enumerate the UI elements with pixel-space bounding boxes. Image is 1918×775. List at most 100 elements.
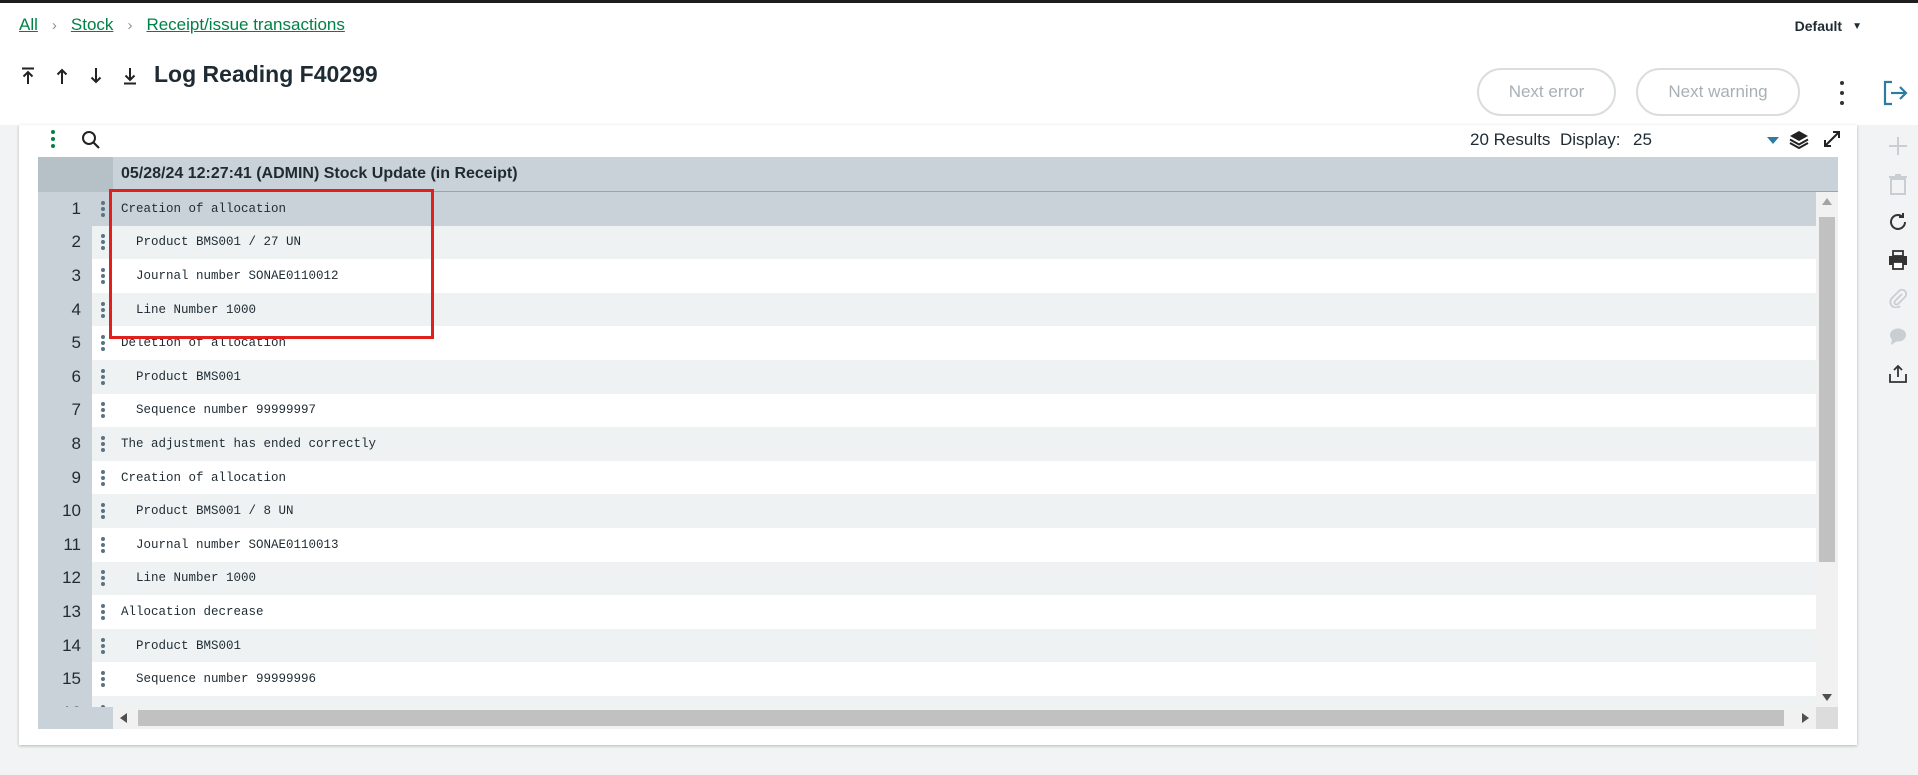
breadcrumb: All › Stock › Receipt/issue transactions	[19, 15, 345, 35]
table-row[interactable]: 6 Product BMS001	[38, 359, 1816, 394]
row-text: Product BMS001	[113, 628, 1816, 663]
scrollbar-corner	[1816, 707, 1838, 729]
last-record-icon[interactable]	[120, 65, 140, 87]
row-number: 15	[62, 669, 81, 689]
table-row[interactable]: 9 Creation of allocation	[38, 460, 1816, 495]
table-row[interactable]: 15 Sequence number 99999996	[38, 662, 1816, 696]
row-menu-icon[interactable]	[92, 494, 113, 528]
breadcrumb-receipt-issue[interactable]: Receipt/issue transactions	[146, 15, 344, 35]
row-text: Line Number 1000	[113, 292, 1816, 327]
search-icon[interactable]	[81, 130, 101, 155]
log-grid: 05/28/24 12:27:41 (ADMIN) Stock Update (…	[38, 157, 1838, 737]
row-menu-icon[interactable]	[92, 393, 113, 428]
table-row[interactable]: 5 Deletion of allocation	[38, 326, 1816, 360]
row-text: Allocation decrease	[113, 595, 1816, 629]
next-warning-button[interactable]: Next warning	[1636, 68, 1800, 116]
row-number: 4	[71, 299, 81, 319]
row-menu-icon[interactable]	[92, 326, 113, 360]
attachment-icon[interactable]	[1884, 284, 1912, 312]
row-number: 13	[62, 601, 81, 621]
log-panel: 20 Results Display: 25 05/28/24 12:27:41…	[19, 125, 1857, 745]
table-row[interactable]: 8 The adjustment has ended correctly	[38, 427, 1816, 461]
row-menu-icon[interactable]	[92, 460, 113, 495]
scroll-right-icon[interactable]	[1802, 713, 1809, 723]
table-row[interactable]: 12 Line Number 1000	[38, 561, 1816, 596]
display-count-select[interactable]: 25	[1631, 128, 1781, 152]
row-menu-icon[interactable]	[92, 359, 113, 394]
layers-icon[interactable]	[1789, 129, 1809, 154]
print-icon[interactable]	[1884, 246, 1912, 274]
caret-down-icon: ▼	[1852, 20, 1862, 32]
row-text	[113, 695, 1816, 707]
row-menu-icon[interactable]	[92, 561, 113, 596]
table-row[interactable]: 7 Sequence number 99999997	[38, 393, 1816, 428]
row-text: Deletion of allocation	[113, 326, 1816, 360]
first-record-icon[interactable]	[18, 65, 38, 87]
default-selector[interactable]: Default ▼	[1795, 18, 1862, 34]
horizontal-scroll-thumb[interactable]	[138, 710, 1784, 726]
scroll-up-icon[interactable]	[1822, 198, 1832, 205]
row-text: Sequence number 99999997	[113, 393, 1816, 428]
default-label: Default	[1794, 18, 1843, 34]
scroll-left-icon[interactable]	[120, 713, 127, 723]
comment-icon[interactable]	[1884, 322, 1912, 350]
row-menu-icon[interactable]	[92, 292, 113, 327]
next-error-button[interactable]: Next error	[1477, 68, 1616, 116]
page-title: Log Reading F40299	[154, 61, 378, 87]
row-menu-icon[interactable]	[92, 527, 113, 562]
table-row[interactable]: 13 Allocation decrease	[38, 595, 1816, 629]
row-number: 7	[71, 400, 81, 420]
scroll-down-icon[interactable]	[1822, 694, 1832, 701]
row-number: 6	[71, 366, 81, 386]
record-navigation	[18, 65, 140, 87]
dropdown-arrow-icon	[1767, 136, 1779, 144]
row-menu-icon[interactable]	[92, 695, 113, 707]
table-row[interactable]: 16	[38, 695, 1816, 707]
next-record-icon[interactable]	[86, 65, 106, 87]
refresh-icon[interactable]	[1884, 208, 1912, 236]
row-number: 3	[71, 265, 81, 285]
add-icon[interactable]	[1884, 132, 1912, 160]
table-row[interactable]: 14 Product BMS001	[38, 628, 1816, 663]
right-action-bar	[1880, 130, 1918, 390]
row-number: 11	[63, 534, 81, 554]
row-number: 8	[71, 433, 81, 453]
row-menu-icon[interactable]	[92, 259, 113, 293]
delete-icon[interactable]	[1884, 170, 1912, 198]
table-row[interactable]: 2 Product BMS001 / 27 UN	[38, 225, 1816, 260]
row-text: Journal number SONAE0110013	[113, 527, 1816, 562]
row-number: 10	[62, 501, 81, 521]
exit-icon[interactable]	[1882, 80, 1908, 111]
row-menu-icon[interactable]	[92, 595, 113, 629]
row-menu-icon[interactable]	[92, 427, 113, 461]
breadcrumb-stock[interactable]: Stock	[71, 15, 114, 35]
row-number: 2	[71, 232, 81, 252]
chevron-right-icon: ›	[127, 16, 133, 34]
table-row[interactable]: 3 Journal number SONAE0110012	[38, 259, 1816, 293]
row-menu-icon[interactable]	[92, 628, 113, 663]
table-row[interactable]: 10 Product BMS001 / 8 UN	[38, 494, 1816, 528]
row-text: Line Number 1000	[113, 561, 1816, 596]
grid-menu-icon[interactable]	[50, 130, 56, 148]
grid-corner	[38, 157, 113, 192]
table-row[interactable]: 1 Creation of allocation	[38, 192, 1816, 226]
previous-record-icon[interactable]	[52, 65, 72, 87]
vertical-scrollbar[interactable]	[1816, 192, 1838, 707]
row-number: 14	[62, 635, 81, 655]
more-actions-icon[interactable]	[1835, 81, 1849, 105]
display-count-value: 25	[1633, 130, 1652, 149]
row-menu-icon[interactable]	[92, 662, 113, 696]
table-row[interactable]: 11 Journal number SONAE0110013	[38, 527, 1816, 562]
vertical-scroll-thumb[interactable]	[1819, 217, 1835, 562]
row-number: 1	[71, 198, 81, 218]
chevron-right-icon: ›	[51, 16, 57, 34]
row-menu-icon[interactable]	[92, 192, 113, 226]
expand-icon[interactable]	[1822, 129, 1842, 154]
horizontal-scrollbar[interactable]	[113, 707, 1816, 729]
export-icon[interactable]	[1884, 360, 1912, 388]
breadcrumb-all[interactable]: All	[19, 15, 38, 35]
table-row[interactable]: 4 Line Number 1000	[38, 292, 1816, 327]
row-menu-icon[interactable]	[92, 225, 113, 260]
row-number: 5	[71, 333, 81, 353]
row-number: 12	[62, 568, 81, 588]
